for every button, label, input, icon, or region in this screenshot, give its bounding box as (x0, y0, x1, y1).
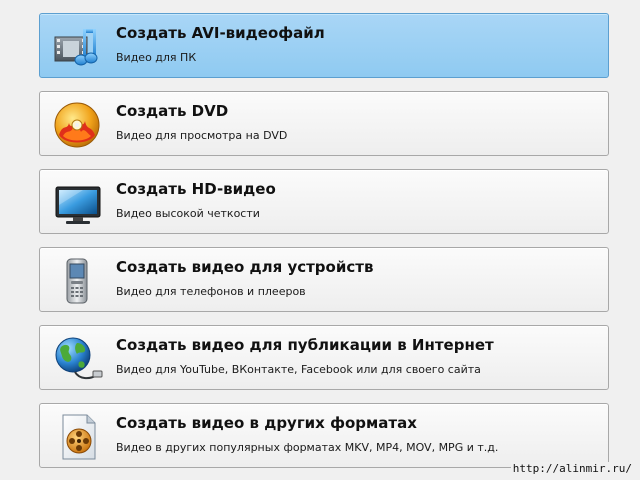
option-title: Создать DVD (116, 102, 229, 120)
create-dvd-button[interactable]: Создать DVD Видео для просмотра на DVD (39, 91, 609, 156)
mobile-phone-icon (53, 257, 105, 305)
option-title: Создать видео в других форматах (116, 414, 417, 432)
option-title: Создать HD-видео (116, 180, 276, 198)
create-avi-button[interactable]: Создать AVI-видеофайл Видео для ПК (39, 13, 609, 78)
dvd-disc-icon (53, 101, 105, 149)
option-title: Создать видео для публикации в Интернет (116, 336, 494, 354)
create-other-formats-button[interactable]: Создать видео в других форматах Видео в … (39, 403, 609, 468)
create-device-video-button[interactable]: Создать видео для устройств Видео для те… (39, 247, 609, 312)
option-title: Создать AVI-видеофайл (116, 24, 325, 42)
export-options-list: Создать AVI-видеофайл Видео для ПК Созда… (0, 0, 640, 480)
option-subtitle: Видео для YouTube, ВКонтакте, Facebook и… (116, 363, 481, 376)
film-reel-file-icon (53, 413, 105, 461)
globe-icon (53, 335, 105, 383)
option-subtitle: Видео высокой четкости (116, 207, 260, 220)
option-subtitle: Видео для ПК (116, 51, 197, 64)
create-hd-video-button[interactable]: Создать HD-видео Видео высокой четкости (39, 169, 609, 234)
option-subtitle: Видео в других популярных форматах MKV, … (116, 441, 499, 454)
option-subtitle: Видео для телефонов и плееров (116, 285, 306, 298)
monitor-icon (53, 179, 105, 227)
create-web-video-button[interactable]: Создать видео для публикации в Интернет … (39, 325, 609, 390)
option-title: Создать видео для устройств (116, 258, 374, 276)
option-subtitle: Видео для просмотра на DVD (116, 129, 288, 142)
film-music-icon (53, 23, 105, 71)
site-watermark: http://alinmir.ru/ (510, 462, 634, 475)
